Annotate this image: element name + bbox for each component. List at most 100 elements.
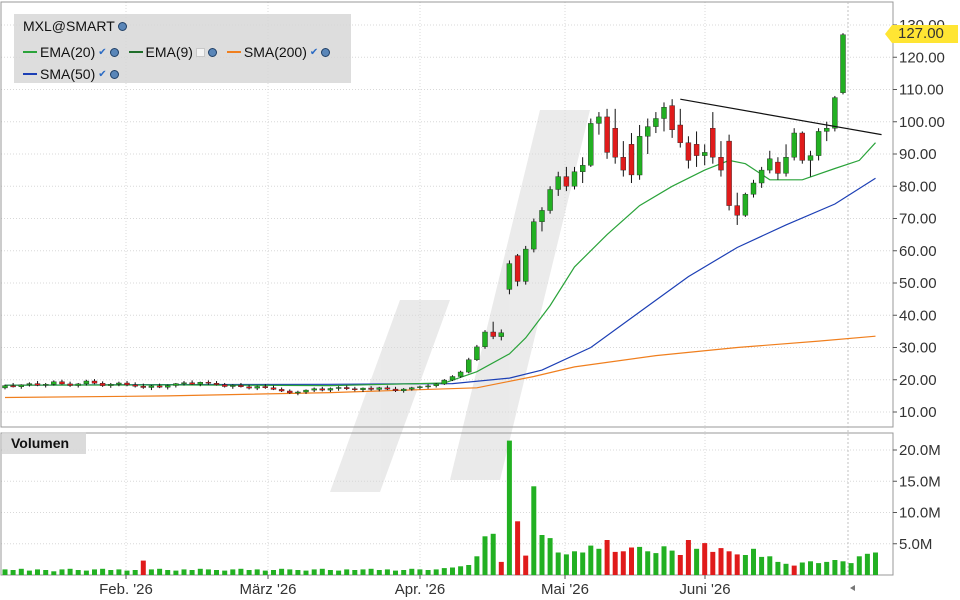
volume-bar: [246, 570, 252, 575]
volume-bar: [230, 569, 236, 575]
candle: [677, 108, 683, 148]
volume-bar: [295, 570, 301, 575]
candle-body: [295, 391, 301, 394]
price-tick-label: 80.00: [899, 178, 937, 195]
volume-bar: [197, 568, 203, 576]
candle-body: [270, 387, 277, 390]
candle-body: [441, 379, 447, 385]
volume-bar: [238, 568, 244, 576]
candle: [278, 387, 285, 393]
candle-body: [116, 382, 122, 385]
candle-body: [425, 385, 431, 388]
candle: [449, 375, 456, 382]
candle-body: [2, 385, 8, 389]
candle-body: [376, 387, 382, 390]
candle-body: [262, 386, 268, 388]
candle-body: [596, 116, 602, 124]
candle-body: [417, 386, 423, 388]
price-tick-label: 120.00: [899, 49, 945, 66]
symbol-label: MXL@SMART: [23, 18, 115, 34]
candle: [661, 102, 667, 132]
volume-bar: [702, 543, 708, 575]
candle-body: [612, 127, 618, 158]
volume-bar: [718, 548, 724, 575]
volume-bar: [425, 570, 431, 575]
candle-body: [197, 382, 204, 385]
legend-sma50[interactable]: SMA(50) ✔: [23, 66, 119, 82]
candle-body: [547, 189, 553, 211]
price-grid: [1, 2, 893, 575]
candle: [799, 131, 805, 164]
eye-icon[interactable]: [109, 69, 119, 79]
eye-icon[interactable]: [117, 21, 127, 31]
eye-icon[interactable]: [109, 47, 119, 57]
volume-bar: [10, 570, 16, 575]
scroll-arrow-icon: [850, 585, 855, 591]
candle-body: [457, 371, 464, 377]
date-tick-label: Juni '26: [679, 581, 730, 598]
volume-bar: [710, 551, 716, 575]
ema9-label: EMA(9): [145, 44, 193, 60]
volume-bar: [319, 568, 325, 576]
candle: [270, 385, 277, 391]
volume-bar: [498, 561, 504, 575]
checkmark-icon[interactable]: ✔: [310, 47, 318, 58]
legend-symbol[interactable]: MXL@SMART: [23, 18, 127, 34]
volume-bar: [100, 568, 106, 576]
checkmark-icon[interactable]: ✔: [98, 47, 106, 58]
date-tick-label: Apr. '26: [395, 581, 445, 598]
volume-bar: [726, 551, 732, 576]
volume-bar: [474, 556, 480, 576]
volume-bar: [336, 570, 342, 575]
volume-bar: [645, 551, 651, 576]
candle: [482, 330, 488, 349]
volume-bar: [856, 556, 862, 576]
volume-bar: [669, 550, 675, 575]
candle: [18, 384, 24, 389]
candle-body: [588, 123, 594, 166]
volume-bars: [2, 440, 878, 576]
candle-body: [213, 383, 220, 385]
volume-bar: [767, 556, 773, 576]
ema20-line: [4, 142, 876, 387]
volume-bar: [523, 555, 529, 575]
price-tick-label: 20.00: [899, 372, 937, 389]
volume-bar: [92, 569, 97, 575]
candle-body: [108, 384, 114, 386]
candle: [685, 136, 692, 169]
checkmark-icon[interactable]: ✔: [98, 69, 106, 80]
volume-bar: [629, 547, 634, 575]
candle-body: [303, 389, 309, 393]
eye-icon[interactable]: [207, 47, 217, 57]
volume-bar: [596, 548, 602, 576]
candle-body: [221, 384, 228, 387]
volume-bar: [393, 570, 398, 575]
volume-bar: [816, 563, 822, 575]
candle-body: [799, 132, 805, 161]
candle-body: [26, 383, 33, 386]
candle: [636, 124, 643, 180]
candle-body: [34, 383, 41, 386]
candle: [441, 379, 447, 385]
candle-body: [661, 106, 667, 119]
stock-chart[interactable]: 10.00 20.00 30.00 40.00 50.00 60.00 70.00 80.00…: [0, 0, 960, 600]
legend-ema20[interactable]: EMA(20) ✔: [23, 44, 119, 60]
candle-body: [287, 390, 293, 394]
candle: [612, 108, 618, 164]
price-tick-label: 50.00: [899, 275, 937, 292]
candle: [596, 112, 602, 135]
volume-bar: [108, 570, 114, 575]
candle-body: [319, 388, 325, 391]
eye-icon[interactable]: [321, 47, 331, 57]
volume-tick-label: 20.0M: [899, 442, 941, 459]
volume-bar: [482, 536, 488, 576]
legend-sma200[interactable]: SMA(200) ✔: [226, 44, 331, 60]
legend-ema9[interactable]: EMA(9): [128, 44, 217, 60]
checkbox-empty-icon[interactable]: [195, 47, 205, 57]
candle: [311, 387, 317, 393]
price-tick-label: 90.00: [899, 146, 937, 163]
candle: [783, 144, 789, 177]
candle: [710, 112, 716, 164]
volume-bar: [35, 569, 40, 575]
candle-body: [409, 387, 415, 390]
